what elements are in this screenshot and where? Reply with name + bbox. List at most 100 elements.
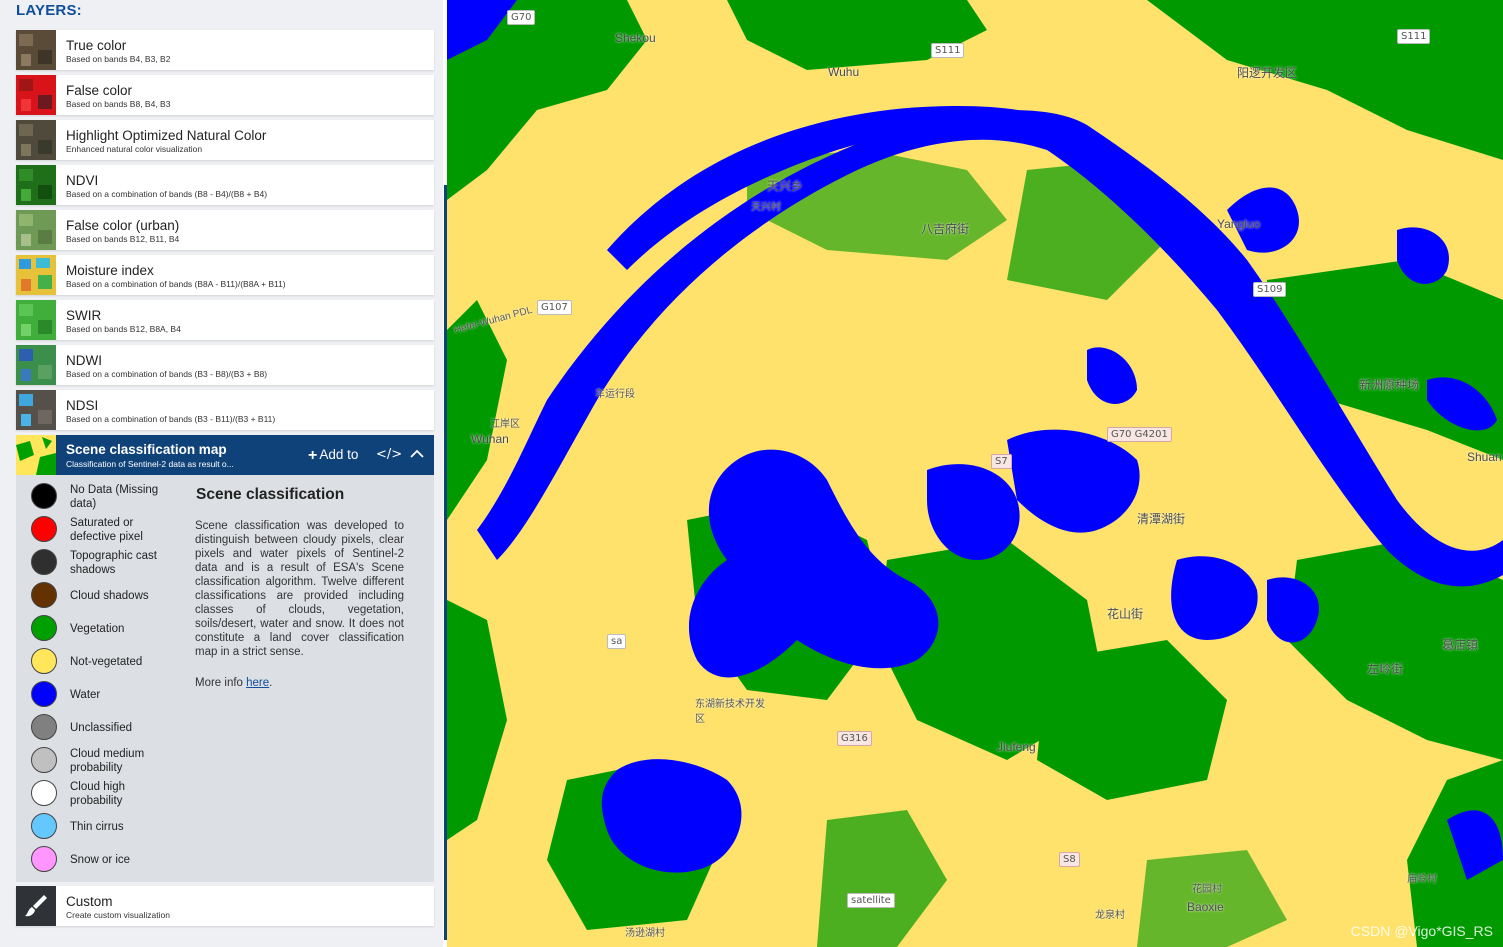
road-shield: S111	[1397, 29, 1431, 44]
classification-map	[447, 0, 1503, 947]
map-view[interactable]: G70 S111 S111 G107 S109 G70 G4201 S7 G31…	[447, 0, 1503, 947]
layer-name: SWIR	[66, 308, 102, 323]
legend-item: Cloud shadows	[31, 581, 181, 611]
layer-custom[interactable]: Custom Create custom visualization	[16, 886, 434, 926]
legend-label: No Data (Missing data)	[70, 484, 159, 510]
ndvi-thumbnail	[16, 165, 56, 205]
legend-item: Unclassified	[31, 713, 181, 743]
legend-label: Snow or ice	[70, 854, 131, 866]
place-label: Shekou	[615, 31, 656, 45]
legend-swatch	[31, 714, 57, 740]
legend-swatch	[31, 813, 57, 839]
legend-swatch	[31, 780, 57, 806]
road-shield: sa	[607, 634, 627, 649]
layer-name: False color	[66, 83, 133, 98]
layer-highlight-natural-color[interactable]: Highlight Optimized Natural Color Enhanc…	[16, 120, 434, 160]
layer-description: Create custom visualization	[66, 910, 170, 920]
place-label: 汤逊湖村	[625, 928, 665, 939]
road-shield: G70	[507, 10, 536, 25]
more-info: More info here.	[195, 677, 272, 689]
legend-swatch	[31, 549, 57, 575]
layer-moisture-index[interactable]: Moisture index Based on a combination of…	[16, 255, 434, 295]
legend-label: Vegetation	[70, 623, 125, 635]
code-icon[interactable]: </>	[376, 447, 402, 462]
legend-item: No Data (Missing data)	[31, 482, 181, 512]
satellite-toggle[interactable]: satellite	[847, 893, 895, 908]
layer-name: NDVI	[66, 173, 99, 188]
legend-swatch	[31, 681, 57, 707]
place-label: 花园村	[1192, 884, 1222, 895]
legend-item: Water	[31, 680, 181, 710]
place-label: Jiufeng	[997, 740, 1036, 754]
scene-classification-thumbnail	[16, 435, 56, 475]
scene-classification-title: Scene classification	[196, 486, 345, 503]
road-shield: S111	[931, 43, 965, 58]
layer-description: Based on a combination of bands (B3 - B1…	[66, 414, 276, 424]
layer-name: NDWI	[66, 353, 102, 368]
place-label: 龙泉村	[1095, 910, 1125, 921]
paintbrush-icon	[16, 886, 56, 926]
place-label: 东湖新技术开发区	[695, 699, 765, 725]
layer-ndwi[interactable]: NDWI Based on a combination of bands (B3…	[16, 345, 434, 385]
legend-item: Cloud medium probability	[31, 746, 181, 776]
place-label: 阳逻开发区	[1237, 66, 1298, 80]
place-label: 八吉府街	[921, 222, 970, 236]
legend-swatch	[31, 846, 57, 872]
layer-false-color[interactable]: False color Based on bands B8, B4, B3	[16, 75, 434, 115]
chevron-up-icon[interactable]	[409, 446, 425, 462]
legend-item: Snow or ice	[31, 845, 181, 875]
place-label: Wuhu	[828, 65, 860, 79]
active-layer-description: Classification of Sentinel-2 data as res…	[66, 459, 234, 469]
layer-ndvi[interactable]: NDVI Based on a combination of bands (B8…	[16, 165, 434, 205]
legend-item: Saturated or defective pixel	[31, 515, 181, 545]
layer-ndsi[interactable]: NDSI Based on a combination of bands (B3…	[16, 390, 434, 430]
watermark: CSDN @Vigo*GIS_RS	[1350, 923, 1493, 939]
place-label: 左岭街	[1367, 662, 1404, 676]
place-label: Shuan	[1467, 450, 1502, 464]
place-label: 新洲原种场	[1359, 378, 1420, 392]
legend-swatch	[31, 582, 57, 608]
urban-thumbnail	[16, 210, 56, 250]
natural-color-thumbnail	[16, 120, 56, 160]
false-color-thumbnail	[16, 75, 56, 115]
legend-swatch	[31, 648, 57, 674]
legend-item: Cloud high probability	[31, 779, 181, 809]
layer-swir[interactable]: SWIR Based on bands B12, B8A, B4	[16, 300, 434, 340]
layer-false-color-urban[interactable]: False color (urban) Based on bands B12, …	[16, 210, 434, 250]
ndwi-thumbnail	[16, 345, 56, 385]
layer-name: Moisture index	[66, 263, 154, 278]
layer-name: NDSI	[66, 398, 99, 413]
legend-swatch	[31, 516, 57, 542]
legend-item: Not-vegetated	[31, 647, 181, 677]
legend-label: Unclassified	[70, 722, 132, 734]
legend-label: Saturated or defective pixel	[70, 517, 143, 543]
layers-title: LAYERS:	[16, 2, 82, 19]
legend-label: Cloud shadows	[70, 590, 149, 602]
road-shield: G316	[837, 731, 872, 746]
place-label: 天兴乡	[767, 179, 804, 193]
place-label: Baoxie	[1187, 900, 1224, 914]
place-label: 葛店镇	[1442, 638, 1479, 652]
layer-description: Based on a combination of bands (B3 - B8…	[66, 369, 268, 379]
layer-name: Custom	[66, 894, 113, 909]
legend-label: Cloud medium probability	[70, 748, 145, 774]
moisture-thumbnail	[16, 255, 56, 295]
active-layer-header[interactable]: Scene classification map Classification …	[16, 435, 434, 475]
legend-label: Not-vegetated	[70, 656, 143, 668]
layer-description: Based on bands B8, B4, B3	[66, 99, 171, 109]
layer-true-color[interactable]: True color Based on bands B4, B3, B2	[16, 30, 434, 70]
legend-label: Thin cirrus	[70, 821, 124, 833]
legend-swatch	[31, 483, 57, 509]
place-label: 车运行段	[595, 389, 635, 400]
active-layer-name: Scene classification map	[66, 442, 227, 457]
legend-item: Vegetation	[31, 614, 181, 644]
plus-icon: +	[308, 447, 318, 464]
add-to-label: Add to	[319, 447, 359, 462]
layer-name: False color (urban)	[66, 218, 180, 233]
legend-label: Water	[70, 689, 101, 701]
legend-label: Cloud high probability	[70, 781, 125, 807]
road-shield: S8	[1059, 852, 1080, 867]
more-info-link[interactable]: here	[246, 677, 269, 689]
add-to-button[interactable]: + Add to	[308, 446, 358, 464]
layer-description: Based on a combination of bands (B8 - B4…	[66, 189, 268, 199]
